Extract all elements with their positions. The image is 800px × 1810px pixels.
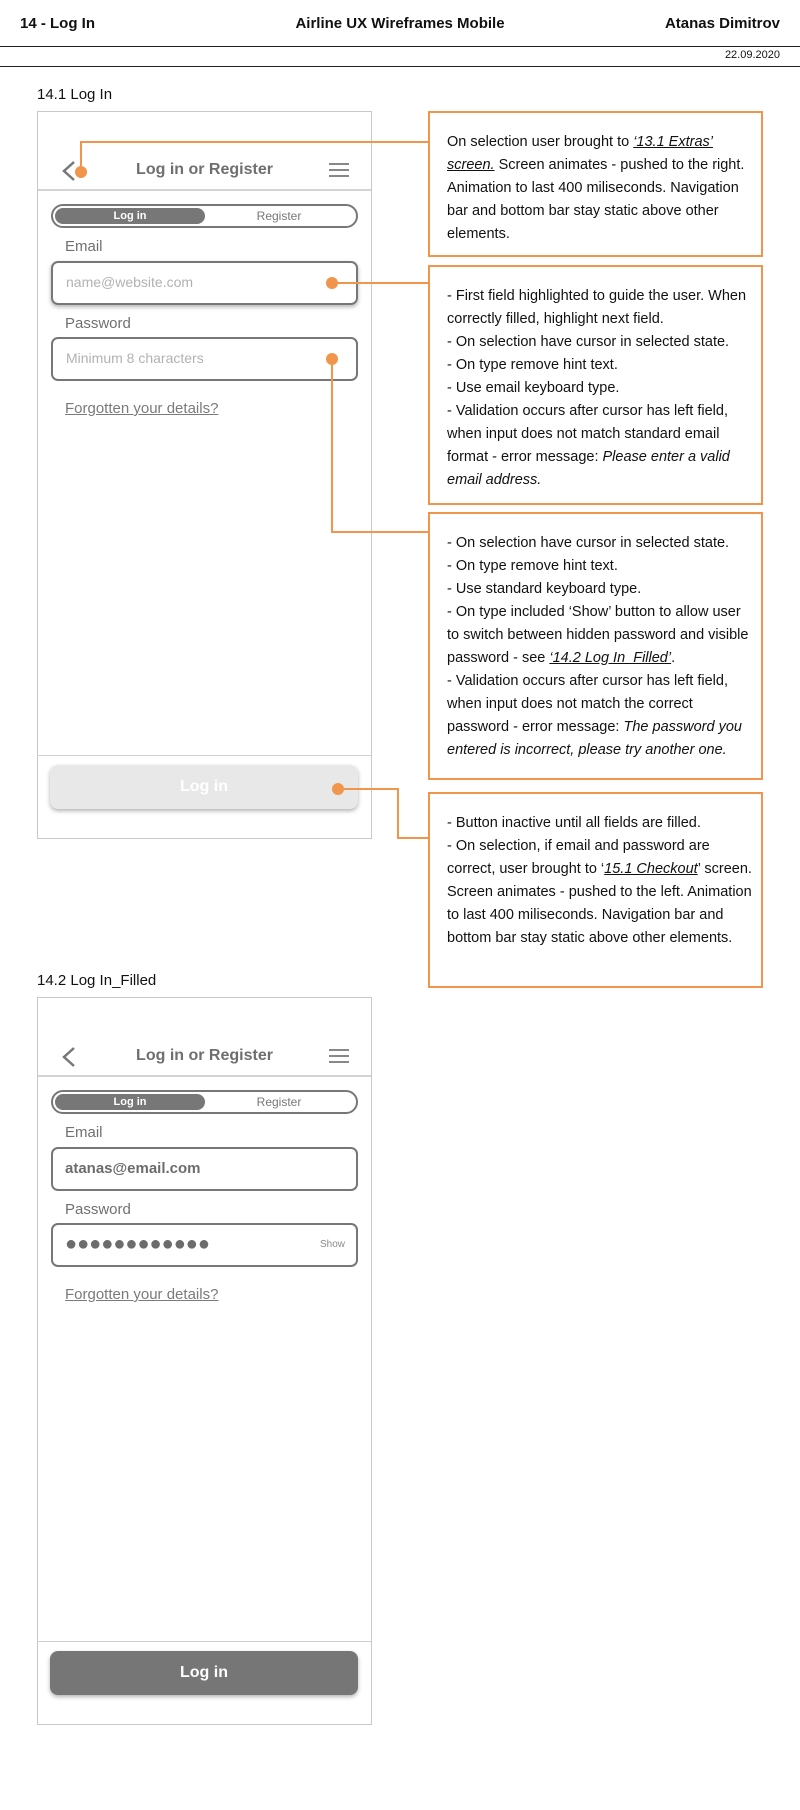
marker-password [326, 353, 338, 365]
marker-email [326, 277, 338, 289]
annotation-back: On selection user brought to ‘13.1 Extra… [428, 111, 763, 257]
marker-button [332, 783, 344, 795]
annotation-button: - Button inactive until all fields are f… [428, 792, 763, 988]
connector-button [338, 788, 428, 839]
connector-back [80, 141, 428, 172]
connector-password [331, 359, 428, 533]
marker-back [75, 166, 87, 178]
annotation-password: - On selection have cursor in selected s… [428, 512, 763, 780]
annotation-email: - First field highlighted to guide the u… [428, 265, 763, 505]
link-login-filled[interactable]: ‘14.2 Log In_Filled’ [549, 650, 671, 666]
link-checkout[interactable]: 15.1 Checkout [604, 861, 698, 877]
